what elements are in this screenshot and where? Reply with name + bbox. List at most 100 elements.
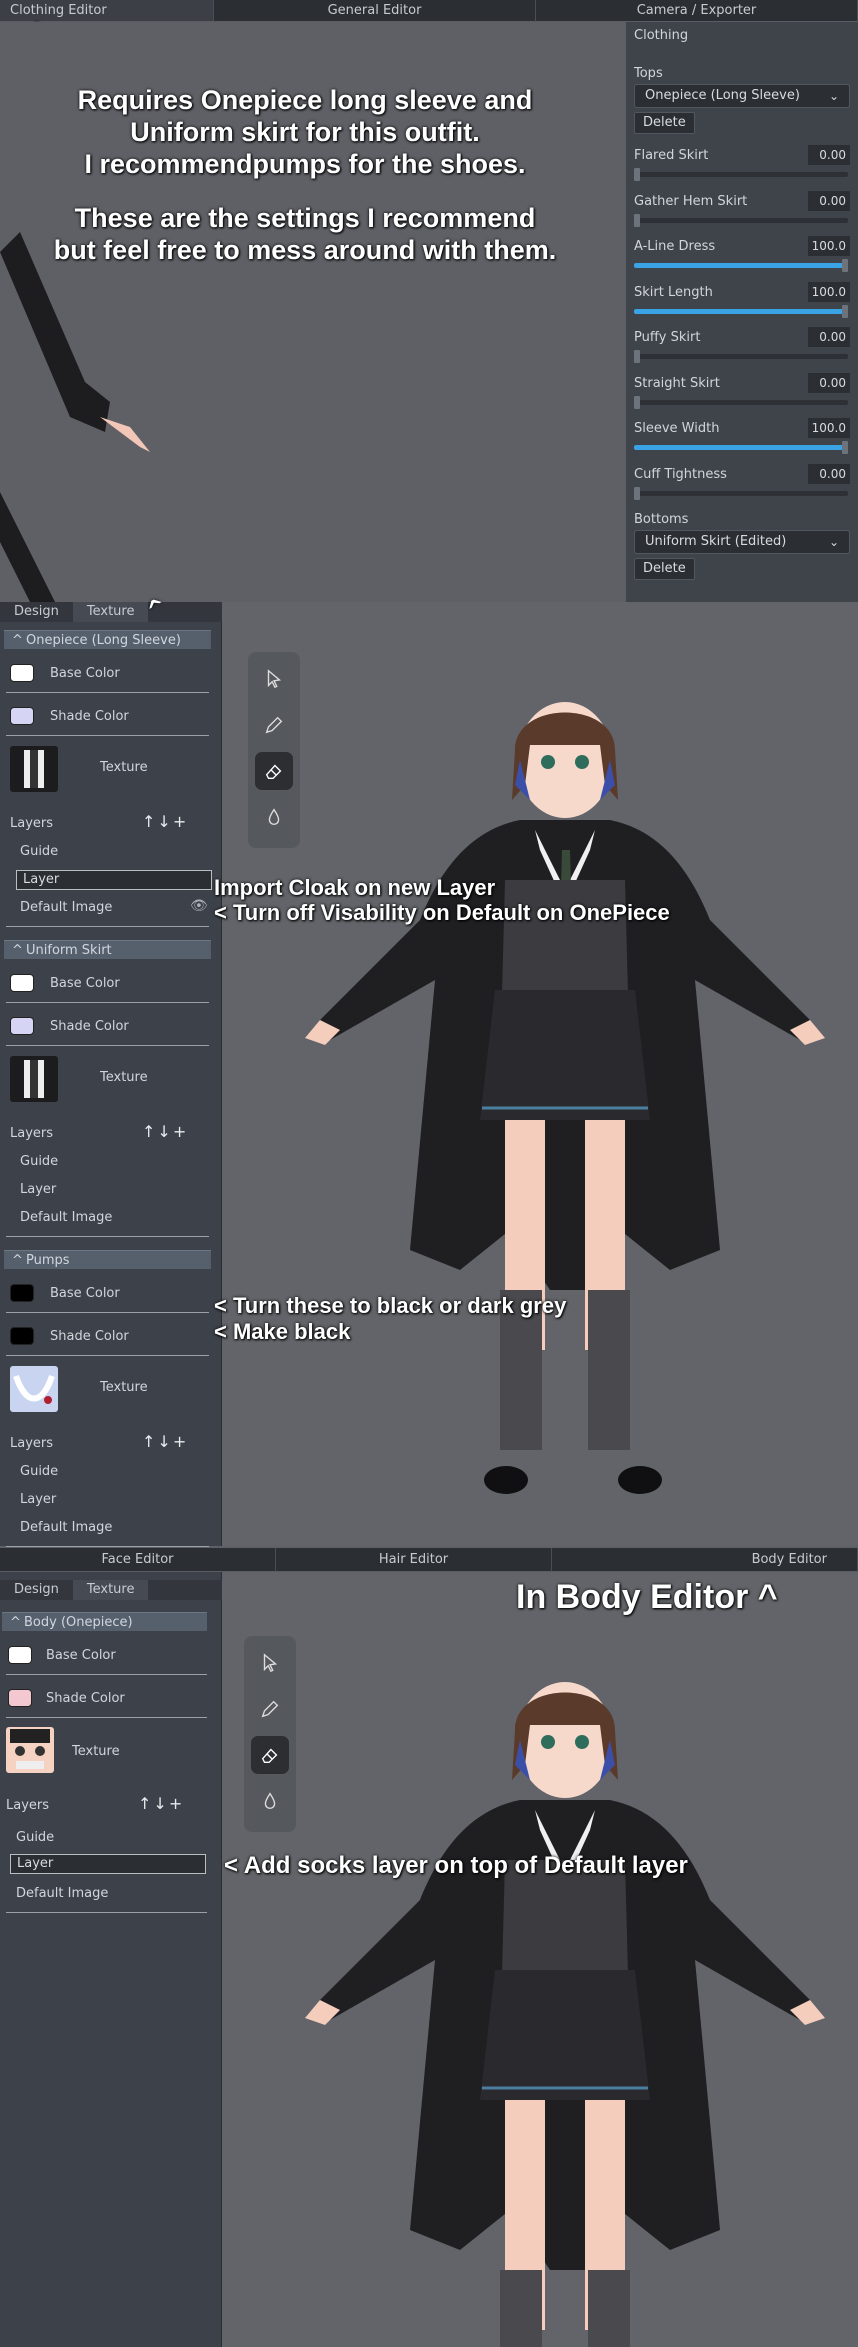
base-color-swatch[interactable] [10, 974, 34, 992]
tab-body-editor[interactable]: Body Editor [552, 1548, 858, 1572]
slider-knob[interactable] [634, 350, 640, 363]
slider-knob[interactable] [634, 168, 640, 181]
section-header[interactable]: ^ Pumps [4, 1250, 211, 1269]
divider [6, 1717, 207, 1718]
shade-color-swatch[interactable] [10, 1017, 34, 1035]
base-color-swatch[interactable] [8, 1646, 32, 1664]
add-layer-icon[interactable]: + [173, 812, 188, 831]
layer-item-layer[interactable]: Layer [16, 870, 212, 890]
layer-item-guide[interactable]: Guide [16, 1830, 54, 1845]
tab-hair-editor[interactable]: Hair Editor [276, 1548, 552, 1572]
tool-palette [248, 652, 300, 848]
slider-knob[interactable] [842, 259, 848, 272]
body-subtabs: Design Texture [0, 1580, 222, 1600]
slider-value-field[interactable]: 0.00 [808, 372, 850, 393]
slider-track[interactable] [634, 395, 848, 409]
slider-value-field[interactable]: 0.00 [808, 463, 850, 484]
arrow-down-icon[interactable]: ↓ [153, 1794, 168, 1813]
slider-label: Puffy Skirt [634, 330, 701, 345]
arrow-up-icon[interactable]: ↑ [142, 812, 157, 831]
texture-thumbnail[interactable] [10, 1366, 58, 1412]
layer-item-default-image[interactable]: Default Image [20, 900, 112, 915]
eraser-tool-icon[interactable] [251, 1736, 289, 1774]
slider-value-field[interactable]: 0.00 [808, 145, 850, 165]
arrow-down-icon[interactable]: ↓ [157, 812, 172, 831]
slider-track[interactable] [634, 304, 848, 318]
slider-track[interactable] [634, 213, 848, 227]
tab-texture[interactable]: Texture [72, 1580, 149, 1600]
pencil-tool-icon[interactable] [255, 706, 293, 744]
arrow-up-icon[interactable]: ↑ [142, 1122, 157, 1141]
layer-item-layer[interactable]: Layer [20, 1492, 56, 1507]
arrow-down-icon[interactable]: ↓ [157, 1122, 172, 1141]
layer-item-default-image[interactable]: Default Image [16, 1886, 108, 1901]
tab-face-editor[interactable]: Face Editor [0, 1548, 276, 1572]
bottoms-delete-button[interactable]: Delete [634, 558, 695, 580]
slider-knob[interactable] [842, 304, 848, 318]
fill-tool-icon[interactable] [251, 1782, 289, 1820]
editor-tabbar-bottom: Face Editor Hair Editor Body Editor [0, 1548, 858, 1572]
slider-track[interactable] [634, 441, 848, 454]
slider-value-field[interactable]: 0.00 [808, 190, 850, 211]
layer-item-guide[interactable]: Guide [20, 844, 58, 859]
shade-color-swatch[interactable] [10, 1327, 34, 1345]
texture-thumbnail[interactable] [10, 1056, 58, 1102]
tab-camera-exporter[interactable]: Camera / Exporter [536, 0, 858, 22]
layer-controls: ↑↓+ [138, 1794, 184, 1813]
layer-item-default-image[interactable]: Default Image [20, 1520, 112, 1535]
tops-delete-button[interactable]: Delete [634, 112, 695, 134]
divider [6, 735, 209, 736]
layers-label: Layers [10, 1436, 54, 1451]
tab-design[interactable]: Design [0, 1580, 73, 1600]
slider-track[interactable] [634, 168, 848, 181]
slider-value-field[interactable]: 100.0 [808, 281, 850, 302]
note-make-black: < Make black [214, 1319, 351, 1344]
tops-dropdown[interactable]: Onepiece (Long Sleeve) ⌄ [634, 84, 850, 108]
tab-texture[interactable]: Texture [72, 602, 149, 622]
slider-track[interactable] [634, 259, 848, 272]
texture-label: Texture [100, 760, 148, 775]
tab-design[interactable]: Design [0, 602, 73, 622]
eraser-tool-icon[interactable] [255, 752, 293, 790]
slider-knob[interactable] [634, 395, 640, 409]
slider-knob[interactable] [634, 213, 640, 227]
add-layer-icon[interactable]: + [173, 1122, 188, 1141]
body-texture-thumbnail[interactable] [6, 1727, 54, 1773]
layer-item-guide[interactable]: Guide [20, 1464, 58, 1479]
viewport-top[interactable]: Requires Onepiece long sleeve and Unifor… [0, 22, 626, 602]
slider-knob[interactable] [842, 441, 848, 454]
layer-item-guide[interactable]: Guide [20, 1154, 58, 1169]
slider-track[interactable] [634, 486, 848, 500]
slider-value-field[interactable]: 100.0 [808, 418, 850, 438]
texture-thumbnail[interactable] [10, 746, 58, 792]
bottoms-dropdown[interactable]: Uniform Skirt (Edited) ⌄ [634, 530, 850, 554]
section-header-body[interactable]: ^ Body (Onepiece) [2, 1612, 207, 1631]
shade-color-swatch[interactable] [10, 707, 34, 725]
slider-value-field[interactable]: 0.00 [808, 327, 850, 347]
add-layer-icon[interactable]: + [173, 1432, 188, 1451]
tab-general-editor[interactable]: General Editor [214, 0, 536, 22]
layer-item-layer[interactable]: Layer [10, 1854, 206, 1874]
visibility-off-icon[interactable]: 👁 [190, 898, 208, 914]
section-header[interactable]: ^ Onepiece (Long Sleeve) [4, 630, 211, 649]
layer-item-default-image[interactable]: Default Image [20, 1210, 112, 1225]
add-layer-icon[interactable]: + [169, 1794, 184, 1813]
layer-item-layer[interactable]: Layer [20, 1182, 56, 1197]
shade-color-swatch[interactable] [8, 1689, 32, 1707]
arrow-up-icon[interactable]: ↑ [142, 1432, 157, 1451]
slider-track[interactable] [634, 350, 848, 363]
base-color-swatch[interactable] [10, 1284, 34, 1302]
select-tool-icon[interactable] [255, 660, 293, 698]
select-tool-icon[interactable] [251, 1644, 289, 1682]
layers-label: Layers [10, 1126, 54, 1141]
section-header[interactable]: ^ Uniform Skirt [4, 940, 211, 959]
arrow-down-icon[interactable]: ↓ [157, 1432, 172, 1451]
slider-knob[interactable] [634, 486, 640, 500]
fill-tool-icon[interactable] [255, 798, 293, 836]
arrow-up-icon[interactable]: ↑ [138, 1794, 153, 1813]
base-color-swatch[interactable] [10, 664, 34, 682]
pencil-tool-icon[interactable] [251, 1690, 289, 1728]
slider-fill [634, 263, 848, 268]
note-import-cloak: Import Cloak on new Layer [214, 875, 496, 900]
slider-value-field[interactable]: 100.0 [808, 236, 850, 256]
